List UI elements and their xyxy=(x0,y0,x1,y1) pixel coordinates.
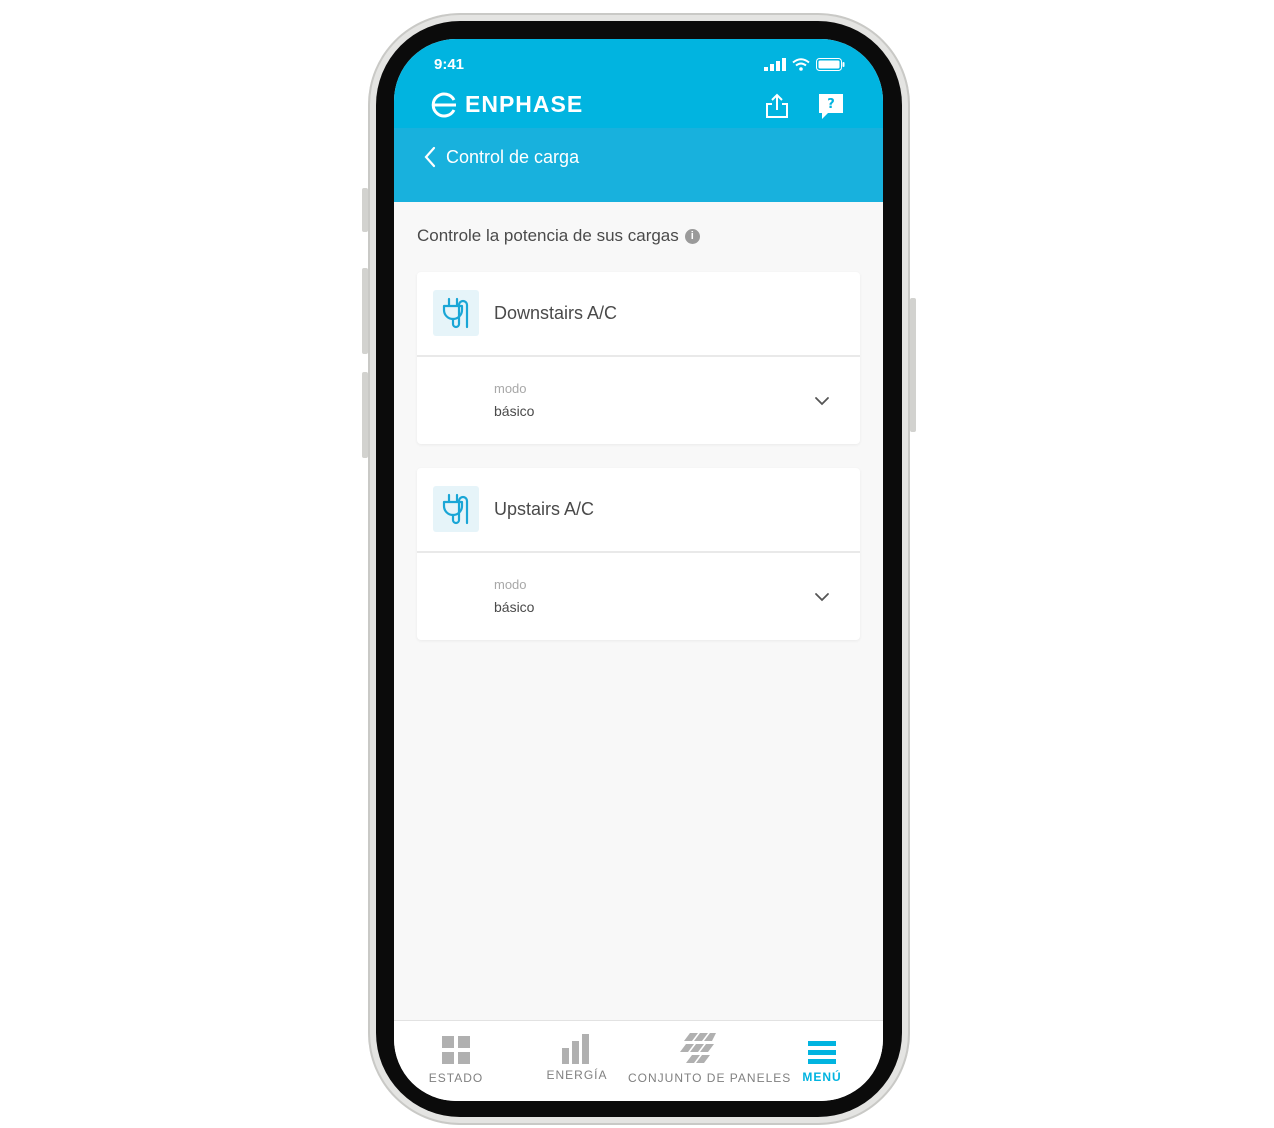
plug-icon xyxy=(433,486,479,532)
load-card: Downstairs A/C modo básico xyxy=(417,272,860,444)
load-card: Upstairs A/C modo básico xyxy=(417,468,860,640)
tab-menu[interactable]: MENÚ xyxy=(772,1021,872,1101)
wifi-icon xyxy=(792,58,810,71)
mode-value: básico xyxy=(494,403,535,419)
hamburger-menu-icon xyxy=(808,1041,836,1064)
brand-name: ENPHASE xyxy=(465,91,584,117)
status-time: 9:41 xyxy=(434,56,465,73)
page-title: Control de carga xyxy=(446,146,580,167)
info-icon[interactable]: i xyxy=(684,228,700,244)
brand-logo: ENPHASE xyxy=(431,91,583,118)
tab-energia[interactable]: ENERGÍA xyxy=(527,1021,627,1101)
app-header: 9:41 ENPHASE ? xyxy=(394,39,883,128)
nav-bar: Control de carga xyxy=(394,128,883,202)
help-chat-icon[interactable]: ? xyxy=(817,92,845,120)
load-control-content: Controle la potencia de sus cargas i Dow… xyxy=(394,202,883,1021)
tab-conjunto-de-paneles[interactable]: CONJUNTO DE PANELES xyxy=(628,1021,792,1101)
enphase-logo-icon xyxy=(431,92,456,117)
section-heading: Controle la potencia de sus cargas i xyxy=(417,226,700,246)
mode-label: modo xyxy=(494,577,527,592)
svg-text:?: ? xyxy=(827,97,835,112)
load-name: Upstairs A/C xyxy=(494,499,595,519)
load-card-header: Downstairs A/C xyxy=(417,272,860,357)
status-icons xyxy=(764,58,845,71)
tab-label: ENERGÍA xyxy=(546,1068,608,1082)
load-name: Downstairs A/C xyxy=(494,303,618,323)
volume-up-button xyxy=(362,268,368,354)
mode-label: modo xyxy=(494,381,527,396)
panels-icon xyxy=(680,1033,716,1063)
grid-icon xyxy=(442,1036,470,1064)
silent-switch xyxy=(362,188,368,232)
tab-estado[interactable]: ESTADO xyxy=(406,1021,506,1101)
share-icon[interactable] xyxy=(763,92,791,120)
plug-icon xyxy=(433,290,479,336)
tab-label: MENÚ xyxy=(802,1070,842,1084)
chevron-down-icon[interactable] xyxy=(814,589,830,605)
tab-label: ESTADO xyxy=(428,1071,484,1085)
signal-icon xyxy=(764,58,786,71)
bottom-tab-bar: ESTADO ENERGÍA CONJUNTO DE PANELES MENÚ xyxy=(394,1020,883,1101)
phone-screen: 9:41 ENPHASE ? Control de carga Controle… xyxy=(394,39,883,1101)
mode-value: básico xyxy=(494,599,535,615)
chevron-left-icon xyxy=(424,146,436,168)
tab-label: CONJUNTO DE PANELES xyxy=(628,1071,792,1085)
back-button[interactable]: Control de carga xyxy=(424,146,579,168)
battery-icon xyxy=(816,58,845,71)
bar-chart-icon xyxy=(562,1034,589,1064)
chevron-down-icon[interactable] xyxy=(814,393,830,409)
power-button xyxy=(910,298,916,432)
volume-down-button xyxy=(362,372,368,458)
section-title: Controle la potencia de sus cargas xyxy=(417,226,679,245)
load-card-header: Upstairs A/C xyxy=(417,468,860,553)
